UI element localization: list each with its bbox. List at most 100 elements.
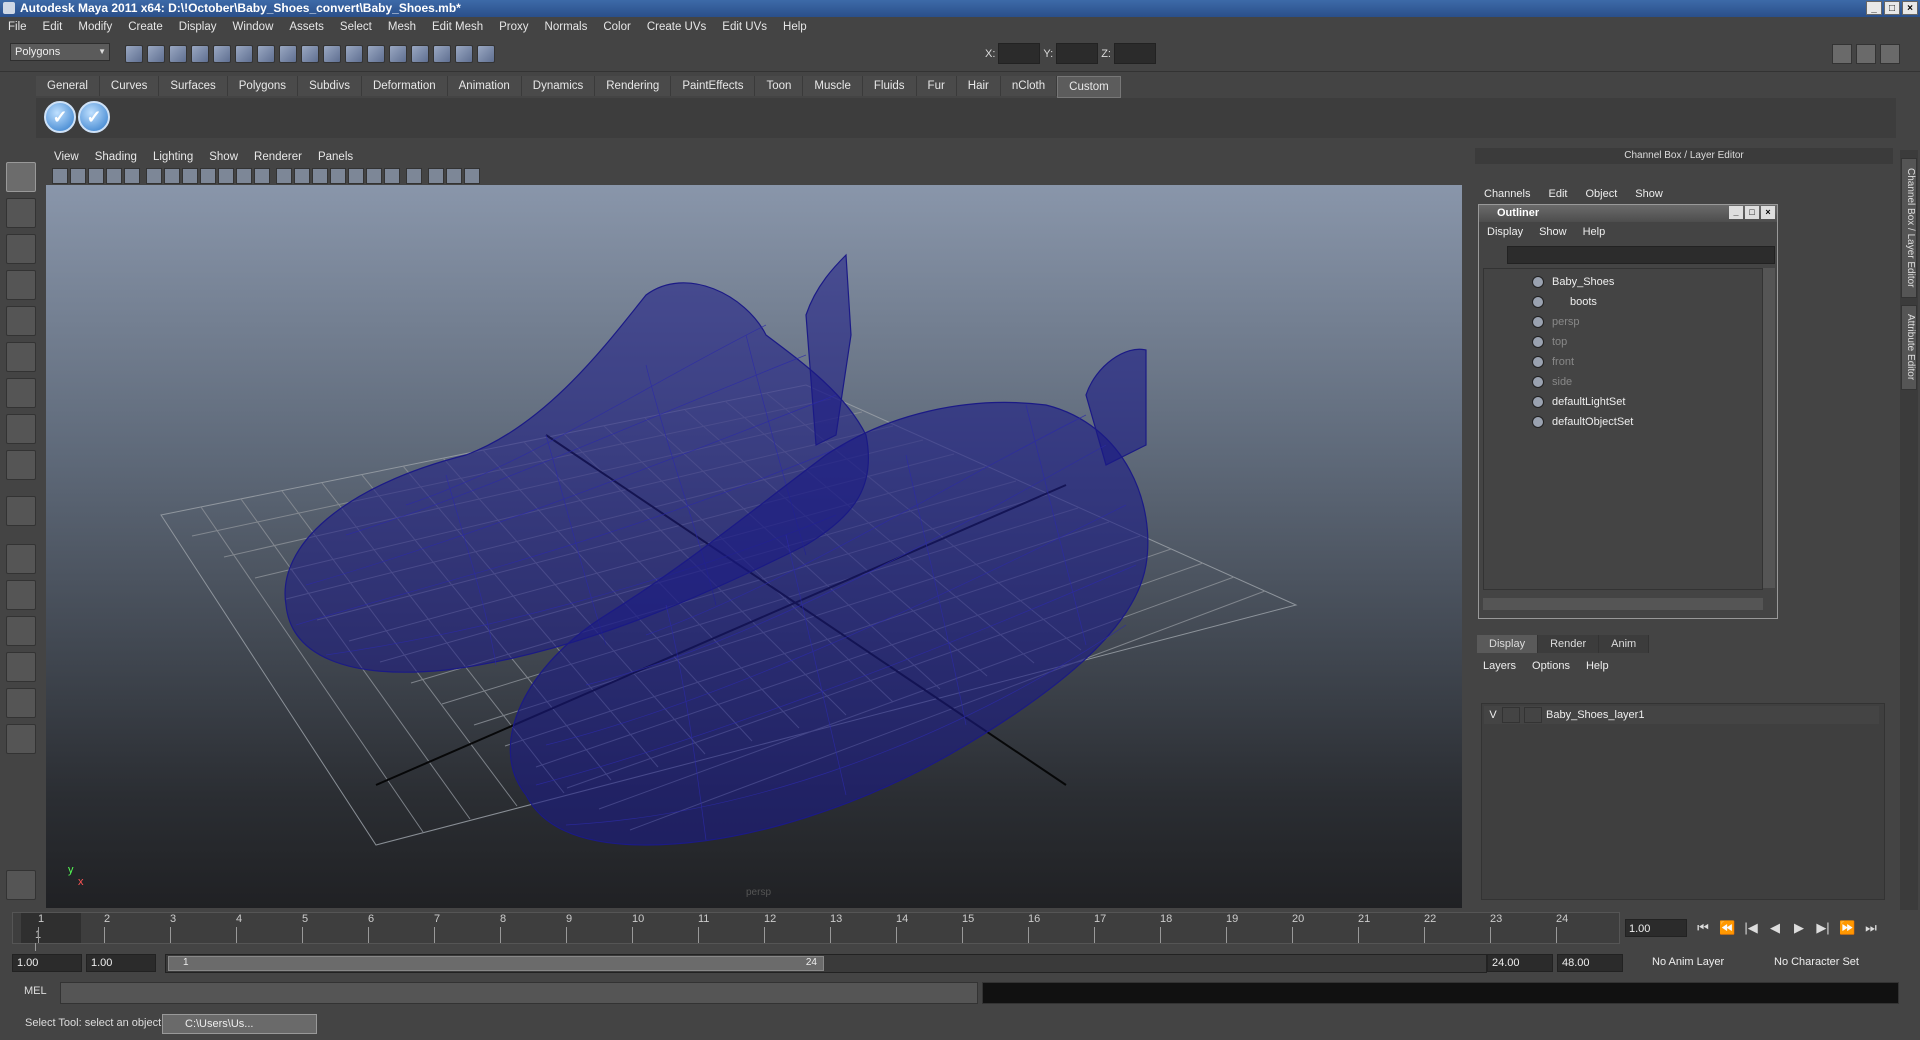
snap-plane-icon[interactable] — [323, 45, 341, 63]
outliner-item-top[interactable]: top — [1532, 333, 1567, 351]
bookmark-icon[interactable] — [88, 168, 104, 184]
outliner-menu-display[interactable]: Display — [1479, 226, 1531, 238]
rotate-tool-icon[interactable] — [6, 306, 36, 336]
range-slider[interactable]: 1 24 — [165, 954, 1487, 973]
grid-toggle-icon[interactable] — [146, 168, 162, 184]
wireframe-icon[interactable] — [276, 168, 292, 184]
channel-menu-object[interactable]: Object — [1576, 188, 1626, 204]
input-mode-icon[interactable] — [477, 45, 495, 63]
single-perspective-layout-icon[interactable] — [6, 544, 36, 574]
x-field[interactable] — [998, 43, 1041, 64]
viewport-canvas[interactable] — [46, 185, 1462, 908]
close-button[interactable]: × — [1902, 1, 1918, 15]
command-input[interactable] — [60, 982, 978, 1004]
perspective-viewport[interactable]: View Shading Lighting Show Renderer Pane… — [46, 148, 1462, 908]
y-field[interactable] — [1056, 43, 1099, 64]
layer-color-swatch[interactable] — [1524, 707, 1542, 723]
smooth-shade-icon[interactable] — [294, 168, 310, 184]
outliner-item-boots[interactable]: boots — [1532, 293, 1597, 311]
outliner-filter-field[interactable] — [1507, 246, 1775, 264]
shelf-tab-fluids[interactable]: Fluids — [862, 76, 917, 96]
layer-type-toggle[interactable] — [1502, 707, 1520, 723]
mental-ray-icon[interactable] — [6, 870, 36, 900]
play-backwards-icon[interactable]: ◀ — [1767, 920, 1783, 936]
last-tool-icon[interactable] — [6, 496, 36, 526]
render-settings-icon[interactable] — [433, 45, 451, 63]
shelf-tab-subdivs[interactable]: Subdivs — [298, 76, 362, 96]
check-icon[interactable]: ✓ — [44, 101, 76, 133]
layer-visibility-toggle[interactable]: V — [1484, 709, 1502, 721]
open-scene-icon[interactable] — [147, 45, 165, 63]
menu-select[interactable]: Select — [332, 21, 380, 33]
save-scene-icon[interactable] — [169, 45, 187, 63]
animation-end-field[interactable]: 48.00 — [1557, 954, 1623, 972]
field-chart-icon[interactable] — [218, 168, 234, 184]
channel-menu-channels[interactable]: Channels — [1475, 188, 1539, 204]
outliner-title-bar[interactable]: Outliner _ □ × — [1479, 205, 1777, 222]
shadows-icon[interactable] — [384, 168, 400, 184]
menu-mesh[interactable]: Mesh — [380, 21, 424, 33]
shelf-tab-ncloth[interactable]: nCloth — [1000, 76, 1058, 96]
go-to-start-icon[interactable]: ⏮ — [1695, 920, 1711, 936]
viewport-menu-lighting[interactable]: Lighting — [145, 151, 201, 163]
viewport-menu-view[interactable]: View — [46, 151, 87, 163]
xray-icon[interactable] — [428, 168, 444, 184]
show-manipulator-icon[interactable] — [6, 450, 36, 480]
step-forward-icon[interactable]: ⏩ — [1839, 920, 1855, 936]
channel-menu-edit[interactable]: Edit — [1539, 188, 1576, 204]
outliner-vertical-scrollbar[interactable] — [1763, 268, 1775, 588]
shelf-tab-painteffects[interactable]: PaintEffects — [671, 76, 756, 96]
universal-manipulator-icon[interactable] — [6, 378, 36, 408]
gate-mask-icon[interactable] — [200, 168, 216, 184]
snap-curve-icon[interactable] — [279, 45, 297, 63]
safe-action-icon[interactable] — [236, 168, 252, 184]
side-tab-channel-box[interactable]: Channel Box / Layer Editor — [1901, 158, 1917, 298]
channel-box-toggle-icon[interactable] — [1880, 44, 1900, 64]
persp-outliner-layout-icon[interactable] — [6, 616, 36, 646]
hypershade-icon[interactable] — [455, 45, 473, 63]
play-forwards-icon[interactable]: ▶ — [1791, 920, 1807, 936]
menu-display[interactable]: Display — [171, 21, 225, 33]
outliner-item-default-light-set[interactable]: defaultLightSet — [1532, 393, 1625, 411]
animation-start-field[interactable]: 1.00 — [12, 954, 82, 972]
select-by-hierarchy-icon[interactable] — [191, 45, 209, 63]
anim-layer-dropdown[interactable]: No Anim Layer — [1648, 954, 1758, 972]
menu-normals[interactable]: Normals — [537, 21, 596, 33]
film-gate-icon[interactable] — [164, 168, 180, 184]
soft-modification-icon[interactable] — [6, 414, 36, 444]
outliner-item-persp[interactable]: persp — [1532, 313, 1580, 331]
shelf-tab-dynamics[interactable]: Dynamics — [521, 76, 596, 96]
attribute-editor-toggle-icon[interactable] — [1832, 44, 1852, 64]
lighting-all-icon[interactable] — [366, 168, 382, 184]
image-plane-icon[interactable] — [106, 168, 122, 184]
persp-graph-layout-icon[interactable] — [6, 652, 36, 682]
shelf-tab-polygons[interactable]: Polygons — [227, 76, 299, 96]
shelf-tab-surfaces[interactable]: Surfaces — [159, 76, 228, 96]
safe-title-icon[interactable] — [254, 168, 270, 184]
new-scene-icon[interactable] — [125, 45, 143, 63]
snap-point-icon[interactable] — [301, 45, 319, 63]
shelf-tab-curves[interactable]: Curves — [99, 76, 160, 96]
lasso-tool-icon[interactable] — [6, 198, 36, 228]
channel-menu-show[interactable]: Show — [1626, 188, 1672, 204]
outliner-maximize-button[interactable]: □ — [1745, 206, 1759, 219]
menu-edit[interactable]: Edit — [35, 21, 71, 33]
outliner-minimize-button[interactable]: _ — [1729, 206, 1743, 219]
tool-settings-toggle-icon[interactable] — [1856, 44, 1876, 64]
ipr-render-icon[interactable] — [411, 45, 429, 63]
step-forward-key-icon[interactable]: ▶| — [1815, 920, 1831, 936]
select-by-object-icon[interactable] — [213, 45, 231, 63]
current-frame-field[interactable]: 1.00 — [1625, 919, 1687, 937]
select-by-component-icon[interactable] — [235, 45, 253, 63]
minimized-window-button[interactable]: C:\Users\Us... — [162, 1014, 317, 1034]
make-live-icon[interactable] — [345, 45, 363, 63]
menu-proxy[interactable]: Proxy — [491, 21, 536, 33]
menu-color[interactable]: Color — [595, 21, 638, 33]
shelf-tab-toon[interactable]: Toon — [755, 76, 804, 96]
menu-assets[interactable]: Assets — [281, 21, 332, 33]
two-d-pan-icon[interactable] — [124, 168, 140, 184]
outliner-menu-help[interactable]: Help — [1575, 226, 1614, 238]
textured-icon[interactable] — [330, 168, 346, 184]
outliner-item-side[interactable]: side — [1532, 373, 1572, 391]
go-to-end-icon[interactable]: ⏭ — [1863, 920, 1879, 936]
